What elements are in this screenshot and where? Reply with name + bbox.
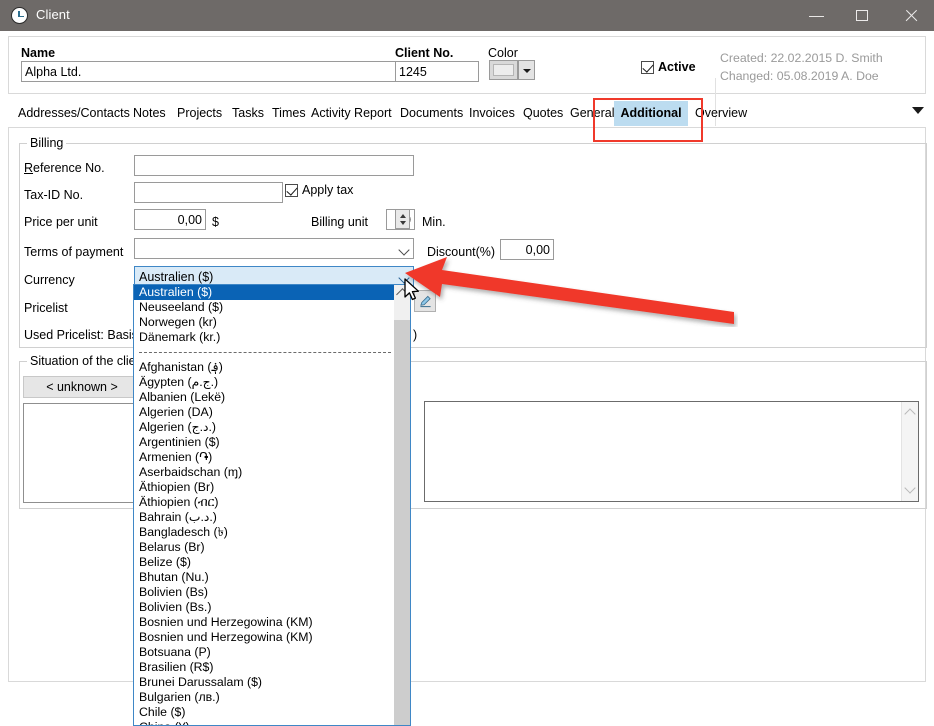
situation-listbox[interactable] (23, 403, 141, 503)
scroll-up-icon[interactable] (906, 410, 915, 419)
discount-label: Discount(%) (427, 245, 495, 259)
minimize-button[interactable] (794, 0, 840, 31)
currency-option[interactable]: Australien ($) (134, 285, 395, 300)
pencil-icon (419, 295, 432, 308)
apply-tax-label: Apply tax (302, 183, 353, 197)
tab-activity-report[interactable]: Activity Report (305, 101, 407, 126)
used-pricelist-tail: ) (413, 328, 417, 342)
client-no-input[interactable] (395, 61, 479, 82)
price-per-unit-label: Price per unit (24, 215, 98, 229)
dropdown-separator (134, 345, 395, 360)
situation-unknown-button[interactable]: < unknown > (23, 376, 141, 398)
close-button[interactable] (888, 0, 934, 31)
apply-tax-checkbox[interactable] (285, 184, 298, 197)
currency-dropdown-scrollbar[interactable] (394, 285, 410, 726)
currency-option[interactable]: Algerien (د.ج.) (134, 420, 395, 435)
tax-id-label: Tax-ID No. (24, 188, 83, 202)
currency-option[interactable]: Bolivien (Bs) (134, 585, 395, 600)
billing-group-title: Billing (27, 136, 66, 150)
name-label: Name (21, 46, 55, 60)
currency-option[interactable]: Bosnien und Herzegowina (KM) (134, 615, 395, 630)
currency-option[interactable]: Äthiopien (Br) (134, 480, 395, 495)
terms-of-payment-combo[interactable] (134, 238, 414, 259)
currency-option[interactable]: Afghanistan (؋) (134, 360, 395, 375)
currency-option[interactable]: Neuseeland ($) (134, 300, 395, 315)
currency-option[interactable]: Norwegen (kr) (134, 315, 395, 330)
window-title: Client (36, 7, 70, 22)
currency-option-list[interactable]: Australien ($)Neuseeland ($)Norwegen (kr… (134, 285, 395, 726)
currency-dropdown-popup[interactable]: Australien ($)Neuseeland ($)Norwegen (kr… (133, 284, 411, 726)
client-no-label: Client No. (395, 46, 453, 60)
currency-option[interactable]: Armenien (֏) (134, 450, 395, 465)
tab-bar: Addresses/Contacts Notes Projects Tasks … (8, 101, 926, 126)
created-info: Created: 22.02.2015 D. Smith (720, 51, 883, 65)
tab-additional[interactable]: Additional (614, 101, 688, 126)
client-window: Client Name Client No. Color Active Crea… (0, 0, 934, 726)
chevron-down-icon[interactable] (912, 107, 924, 114)
currency-option[interactable]: Belarus (Br) (134, 540, 395, 555)
currency-option[interactable]: Brasilien (R$) (134, 660, 395, 675)
scroll-down-icon[interactable] (906, 484, 915, 493)
title-bar: Client (0, 0, 934, 31)
currency-option[interactable]: Belize ($) (134, 555, 395, 570)
clock-icon (11, 7, 28, 24)
pricelist-edit-button[interactable] (414, 290, 436, 312)
currency-option[interactable]: Bosnien und Herzegowina (KM) (134, 630, 395, 645)
pricelist-label: Pricelist (24, 301, 68, 315)
currency-option[interactable]: Dänemark (kr.) (134, 330, 395, 345)
tax-id-input[interactable] (134, 182, 283, 203)
currency-symbol-label: $ (212, 215, 219, 229)
changed-info: Changed: 05.08.2019 A. Doe (720, 69, 879, 83)
billing-unit-suffix: Min. (422, 215, 446, 229)
notes-textarea[interactable] (424, 401, 919, 502)
color-swatch[interactable] (489, 60, 518, 80)
price-per-unit-input[interactable] (134, 209, 206, 230)
currency-option[interactable]: Bahrain (د.ب.) (134, 510, 395, 525)
tab-overview[interactable]: Overview (689, 101, 763, 126)
color-dropdown-button[interactable] (518, 60, 535, 80)
currency-option[interactable]: China (¥) (134, 720, 395, 726)
currency-option[interactable]: Bulgarien (лв.) (134, 690, 395, 705)
reference-no-input[interactable] (134, 155, 414, 176)
currency-option[interactable]: Algerien (DA) (134, 405, 395, 420)
currency-option[interactable]: Aserbaidschan (ɱ) (134, 465, 395, 480)
billing-unit-label: Billing unit (311, 215, 368, 229)
currency-label: Currency (24, 273, 75, 287)
currency-option[interactable]: Ägypten (ج.م.) (134, 375, 395, 390)
currency-option[interactable]: Albanien (Lekë) (134, 390, 395, 405)
currency-option[interactable]: Chile ($) (134, 705, 395, 720)
currency-option[interactable]: Argentinien ($) (134, 435, 395, 450)
currency-option[interactable]: Äthiopien (ብር) (134, 495, 395, 510)
active-label: Active (658, 60, 696, 74)
currency-option[interactable]: Bangladesch (৳) (134, 525, 395, 540)
active-checkbox[interactable] (641, 61, 654, 74)
terms-of-payment-label: Terms of payment (24, 245, 123, 259)
discount-input[interactable] (500, 239, 554, 260)
notes-scrollbar[interactable] (901, 402, 918, 501)
color-label: Color (488, 46, 518, 60)
chevron-down-icon (398, 244, 409, 255)
currency-option[interactable]: Bhutan (Nu.) (134, 570, 395, 585)
header-panel: Name Client No. Color Active Created: 22… (8, 36, 926, 94)
name-input[interactable] (21, 61, 399, 82)
currency-option[interactable]: Bolivien (Bs.) (134, 600, 395, 615)
currency-option[interactable]: Botsuana (P) (134, 645, 395, 660)
maximize-button[interactable] (840, 0, 886, 31)
situation-group-title: Situation of the client (27, 354, 149, 368)
currency-option[interactable]: Brunei Darussalam ($) (134, 675, 395, 690)
chevron-down-icon (398, 272, 409, 283)
tab-addresses-contacts[interactable]: Addresses/Contacts (12, 101, 134, 126)
used-pricelist-label: Used Pricelist: Basispr (24, 328, 149, 342)
billing-unit-stepper[interactable] (395, 209, 410, 229)
